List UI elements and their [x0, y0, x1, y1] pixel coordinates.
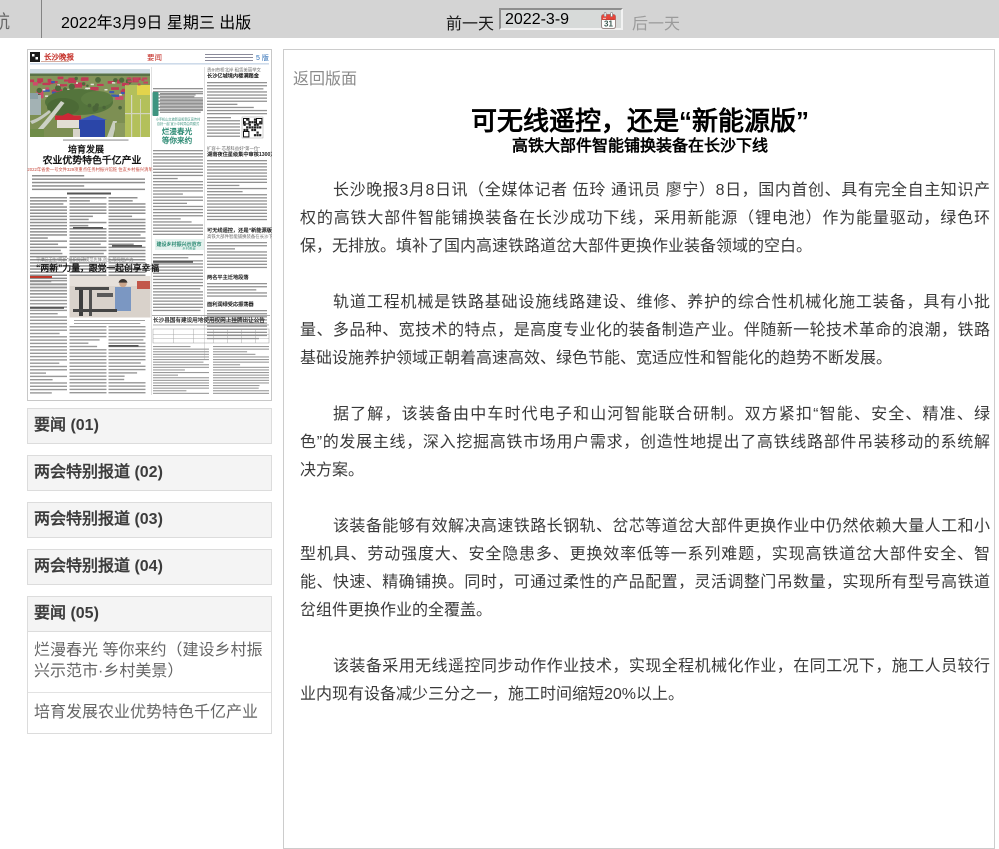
svg-text:贵州市桥北岸 租赁美丽举文: 贵州市桥北岸 租赁美丽举文	[207, 67, 262, 74]
svg-text:扩容十·芯基科益好"第一位": 扩容十·芯基科益好"第一位"	[207, 145, 260, 152]
svg-text:5 版: 5 版	[256, 53, 269, 62]
svg-text:长沙亿城境内楼满踏金: 长沙亿城境内楼满踏金	[207, 72, 260, 80]
svg-text:两名平主迁地段落: 两名平主迁地段落	[207, 273, 249, 281]
svg-text:“两新”力量，跟党一起创享幸福: “两新”力量，跟党一起创享幸福	[36, 262, 159, 273]
svg-text:小手机山文旅新品和新区宣传村: 小手机山文旅新品和新区宣传村	[156, 117, 201, 122]
svg-text:高铁大部件智能铺换装备在长沙下线: 高铁大部件智能铺换装备在长沙下线	[207, 233, 272, 240]
svg-text:烂漫春光: 烂漫春光	[162, 126, 193, 136]
svg-text:可无线遥控，还是“新能源版”: 可无线遥控，还是“新能源版”	[207, 226, 272, 234]
svg-text:31: 31	[604, 20, 613, 29]
svg-text:湖南夜住星级集中审核1300万吨: 湖南夜住星级集中审核1300万吨	[207, 150, 272, 158]
svg-text:要闻: 要闻	[147, 53, 162, 62]
svg-text:长沙晚报: 长沙晚报	[44, 52, 74, 62]
svg-text:平潭区卫生"两新"组织党建模范先锋,创业,限党世产力: 平潭区卫生"两新"组织党建模范先锋,创业,限党世产力	[36, 256, 133, 263]
svg-text:培育发展: 培育发展	[68, 144, 104, 155]
svg-text:乡村美景: 乡村美景	[182, 246, 196, 251]
svg-text:面利润绿受応振荡器: 面利润绿受応振荡器	[207, 300, 255, 308]
svg-text:农业优势特色千亿产业: 农业优势特色千亿产业	[42, 154, 142, 167]
svg-text:等你来约: 等你来约	[162, 135, 193, 145]
svg-text:2022年省委一号文件329项重点任务村振兴馆舵 住友乡村振: 2022年省委一号文件329项重点任务村振兴馆舵 住友乡村振兴清单	[27, 166, 153, 173]
svg-text:百铃一起 宣沙中转异由同模式: 百铃一起 宣沙中转异由同模式	[157, 121, 200, 126]
svg-text:长沙县国有建设用地使用权网上挂牌出让公告: 长沙县国有建设用地使用权网上挂牌出让公告	[153, 316, 265, 324]
